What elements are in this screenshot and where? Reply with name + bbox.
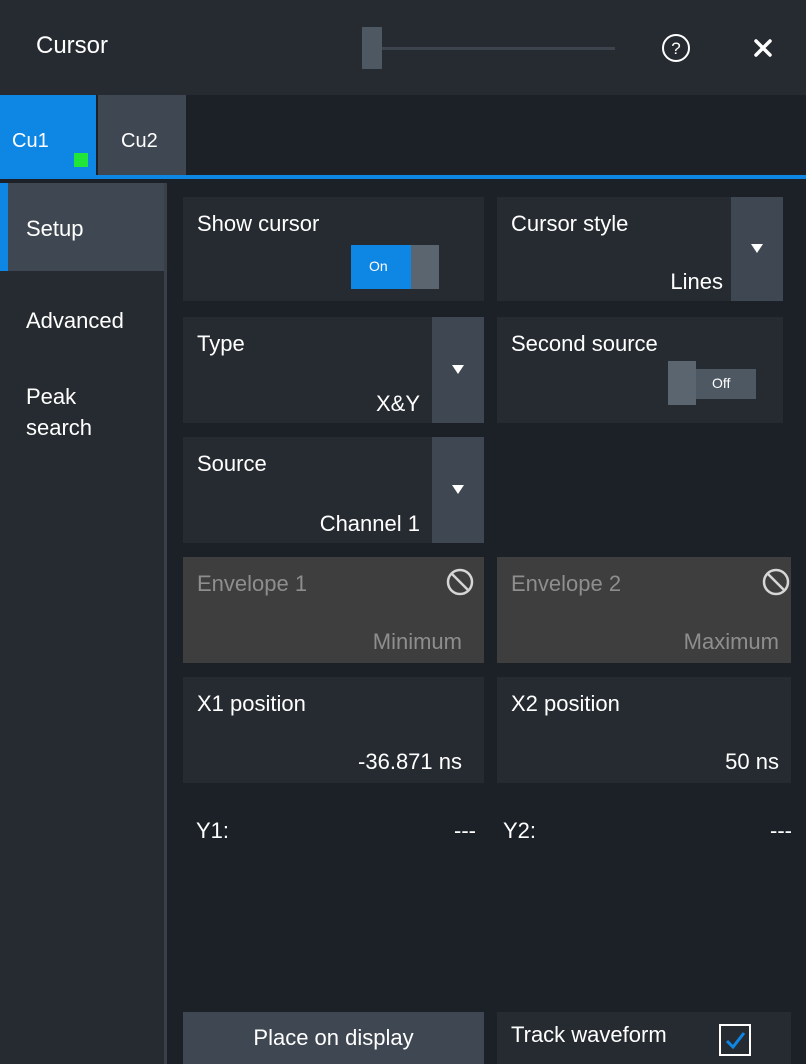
chevron-down-icon[interactable] — [432, 437, 484, 543]
ban-icon — [761, 567, 791, 597]
x1-position-label: X1 position — [197, 691, 306, 716]
toggle-knob — [411, 245, 439, 289]
envelope2-value: Maximum — [683, 629, 779, 654]
side-navigation: Setup Advanced Peak search — [0, 183, 166, 1064]
x1-position-value: -36.871 ns — [358, 749, 462, 774]
source-value: Channel 1 — [319, 511, 420, 536]
sidebar-item-peak-search[interactable]: Peak search — [0, 366, 164, 446]
cursor-style-dropdown[interactable]: Cursor style Lines — [497, 197, 783, 301]
x2-position-value: 50 ns — [725, 749, 779, 774]
x2-position-field[interactable]: X2 position 50 ns — [497, 677, 791, 783]
envelope2-label: Envelope 2 — [511, 571, 622, 596]
y1-label: Y1: — [196, 818, 230, 843]
type-dropdown[interactable]: Type X&Y — [183, 317, 484, 423]
y2-label: Y2: — [503, 818, 537, 843]
sidebar-item-label: Setup — [26, 216, 84, 241]
tab-cu1-label: Cu1 — [12, 130, 49, 152]
type-label: Type — [197, 331, 245, 356]
chevron-down-icon[interactable] — [731, 197, 783, 301]
transparency-slider-track[interactable] — [372, 47, 615, 50]
second-source-toggle[interactable]: Off — [668, 361, 756, 405]
sidebar-item-advanced[interactable]: Advanced — [0, 293, 164, 353]
show-cursor-toggle[interactable]: On — [351, 245, 439, 289]
track-waveform-checkbox[interactable] — [719, 1024, 751, 1056]
ban-icon — [445, 567, 475, 597]
cursor-style-value: Lines — [670, 269, 723, 294]
envelope1-label: Envelope 1 — [197, 571, 308, 596]
sidebar-item-label: Advanced — [26, 308, 124, 333]
y1-value: --- — [454, 818, 476, 843]
x2-position-label: X2 position — [511, 691, 620, 716]
toggle-state-text: Off — [712, 375, 731, 391]
tab-cu2[interactable]: Cu2 — [98, 95, 186, 175]
cursor-tabbar: Cu1 Cu2 — [0, 95, 806, 179]
help-circle-icon[interactable]: ? — [661, 33, 691, 63]
envelope2-field: Envelope 2 Maximum — [497, 557, 791, 663]
second-source-label: Second source — [511, 331, 658, 356]
transparency-slider-handle[interactable] — [362, 27, 382, 69]
toggle-knob — [668, 361, 696, 405]
type-value: X&Y — [375, 391, 420, 416]
nav-divider — [164, 183, 167, 1064]
tab-cu2-label: Cu2 — [121, 130, 158, 152]
track-waveform-label: Track waveform — [511, 1022, 667, 1047]
place-on-display-button[interactable]: Place on display — [183, 1012, 484, 1064]
close-icon[interactable] — [749, 34, 777, 62]
envelope1-value: Minimum — [372, 629, 462, 654]
source-dropdown[interactable]: Source Channel 1 — [183, 437, 484, 543]
toggle-state-text: On — [369, 258, 388, 274]
show-cursor-panel: Show cursor On — [183, 197, 484, 301]
show-cursor-label: Show cursor — [197, 211, 320, 236]
dialog-title: Cursor — [36, 32, 109, 59]
sidebar-item-setup[interactable]: Setup — [0, 183, 164, 271]
svg-text:?: ? — [671, 39, 680, 58]
tab-cu1[interactable]: Cu1 — [0, 95, 96, 175]
envelope1-field: Envelope 1 Minimum — [183, 557, 484, 663]
x1-position-field[interactable]: X1 position -36.871 ns — [183, 677, 484, 783]
chevron-down-icon[interactable] — [432, 317, 484, 423]
second-source-panel: Second source Off — [497, 317, 783, 423]
dialog-header: Cursor ? — [0, 0, 806, 95]
tab-underline — [0, 175, 806, 179]
sidebar-item-label: Peak search — [26, 384, 93, 440]
track-waveform-option[interactable]: Track waveform — [497, 1012, 791, 1064]
source-label: Source — [197, 451, 267, 476]
y2-value: --- — [770, 818, 792, 843]
active-indicator-icon — [74, 153, 88, 167]
cursor-style-label: Cursor style — [511, 211, 629, 236]
active-nav-marker — [0, 183, 8, 271]
